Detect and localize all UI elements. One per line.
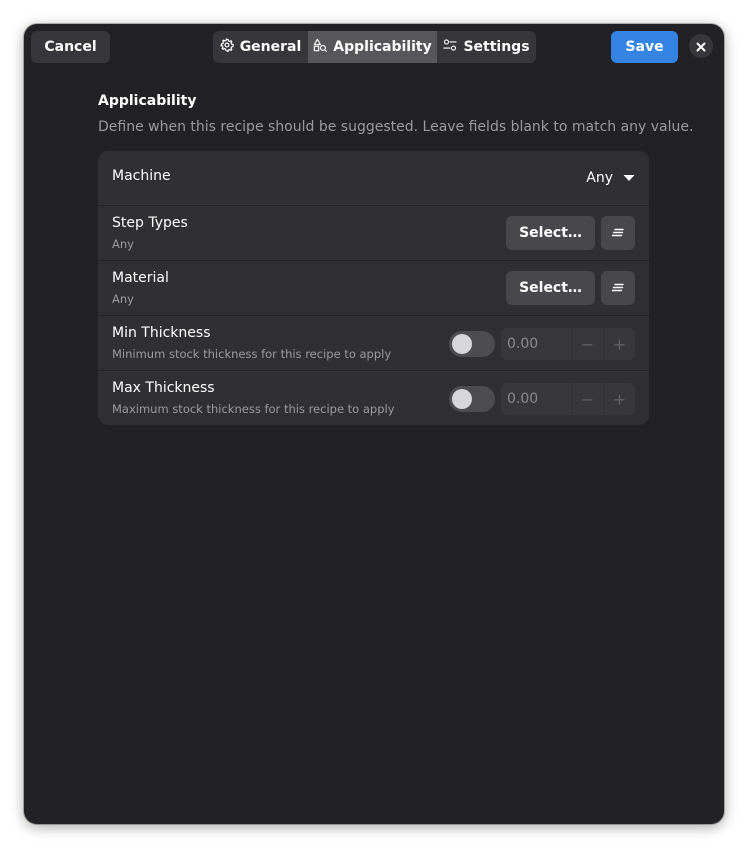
tab-applicability-label: Applicability (333, 39, 432, 55)
toggle-knob (452, 389, 472, 409)
min-thickness-label: Min Thickness (112, 325, 211, 341)
machine-row[interactable]: Machine Any (98, 151, 649, 205)
clear-list-icon (611, 279, 625, 298)
tab-settings[interactable]: Settings (437, 31, 536, 63)
close-icon (696, 37, 706, 56)
tab-settings-label: Settings (463, 39, 530, 55)
pan-down-icon (623, 170, 635, 186)
cancel-button[interactable]: Cancel (31, 31, 110, 63)
min-thickness-description: Minimum stock thickness for this recipe … (112, 347, 392, 361)
min-thickness-toggle[interactable] (449, 331, 495, 357)
toggle-knob (452, 334, 472, 354)
material-clear-button[interactable] (601, 271, 635, 305)
applicability-list: Machine Any Step Types Any Select… Mater… (98, 151, 649, 425)
max-thickness-increment-button[interactable]: + (603, 383, 635, 415)
close-button[interactable] (689, 34, 713, 58)
clear-list-icon (611, 224, 625, 243)
min-thickness-input[interactable]: 0.00 (501, 328, 571, 360)
machine-value: Any (586, 170, 613, 186)
max-thickness-label: Max Thickness (112, 380, 215, 396)
shapes-icon (313, 38, 328, 56)
tab-general-label: General (239, 39, 302, 55)
min-thickness-row: Min Thickness Minimum stock thickness fo… (98, 315, 649, 370)
section-title: Applicability (98, 93, 197, 109)
plus-icon: + (612, 389, 627, 409)
sliders-icon (443, 38, 458, 56)
gear-icon (220, 38, 234, 56)
min-thickness-spinbutton[interactable]: 0.00 − + (501, 328, 635, 360)
header-bar: Cancel General Applicability Settings Sa… (24, 24, 724, 70)
material-select-button[interactable]: Select… (506, 271, 595, 305)
material-row: Material Any Select… (98, 260, 649, 315)
max-thickness-description: Maximum stock thickness for this recipe … (112, 402, 395, 416)
max-thickness-input[interactable]: 0.00 (501, 383, 571, 415)
machine-dropdown[interactable]: Any (586, 168, 635, 188)
max-thickness-toggle[interactable] (449, 386, 495, 412)
min-thickness-decrement-button[interactable]: − (571, 328, 603, 360)
step-types-value: Any (112, 237, 134, 251)
max-thickness-row: Max Thickness Maximum stock thickness fo… (98, 370, 649, 425)
minus-icon: − (580, 334, 595, 354)
plus-icon: + (612, 334, 627, 354)
section-description: Define when this recipe should be sugges… (98, 119, 694, 135)
min-thickness-increment-button[interactable]: + (603, 328, 635, 360)
view-switcher: General Applicability Settings (213, 31, 536, 63)
machine-label: Machine (112, 168, 171, 184)
minus-icon: − (580, 389, 595, 409)
step-types-clear-button[interactable] (601, 216, 635, 250)
tab-applicability[interactable]: Applicability (308, 31, 437, 63)
step-types-select-button[interactable]: Select… (506, 216, 595, 250)
save-button[interactable]: Save (611, 31, 678, 63)
recipe-dialog: Cancel General Applicability Settings Sa… (24, 24, 724, 824)
step-types-row: Step Types Any Select… (98, 205, 649, 260)
tab-general[interactable]: General (213, 31, 308, 63)
material-label: Material (112, 270, 169, 286)
material-value: Any (112, 292, 134, 306)
max-thickness-spinbutton[interactable]: 0.00 − + (501, 383, 635, 415)
max-thickness-decrement-button[interactable]: − (571, 383, 603, 415)
step-types-label: Step Types (112, 215, 188, 231)
